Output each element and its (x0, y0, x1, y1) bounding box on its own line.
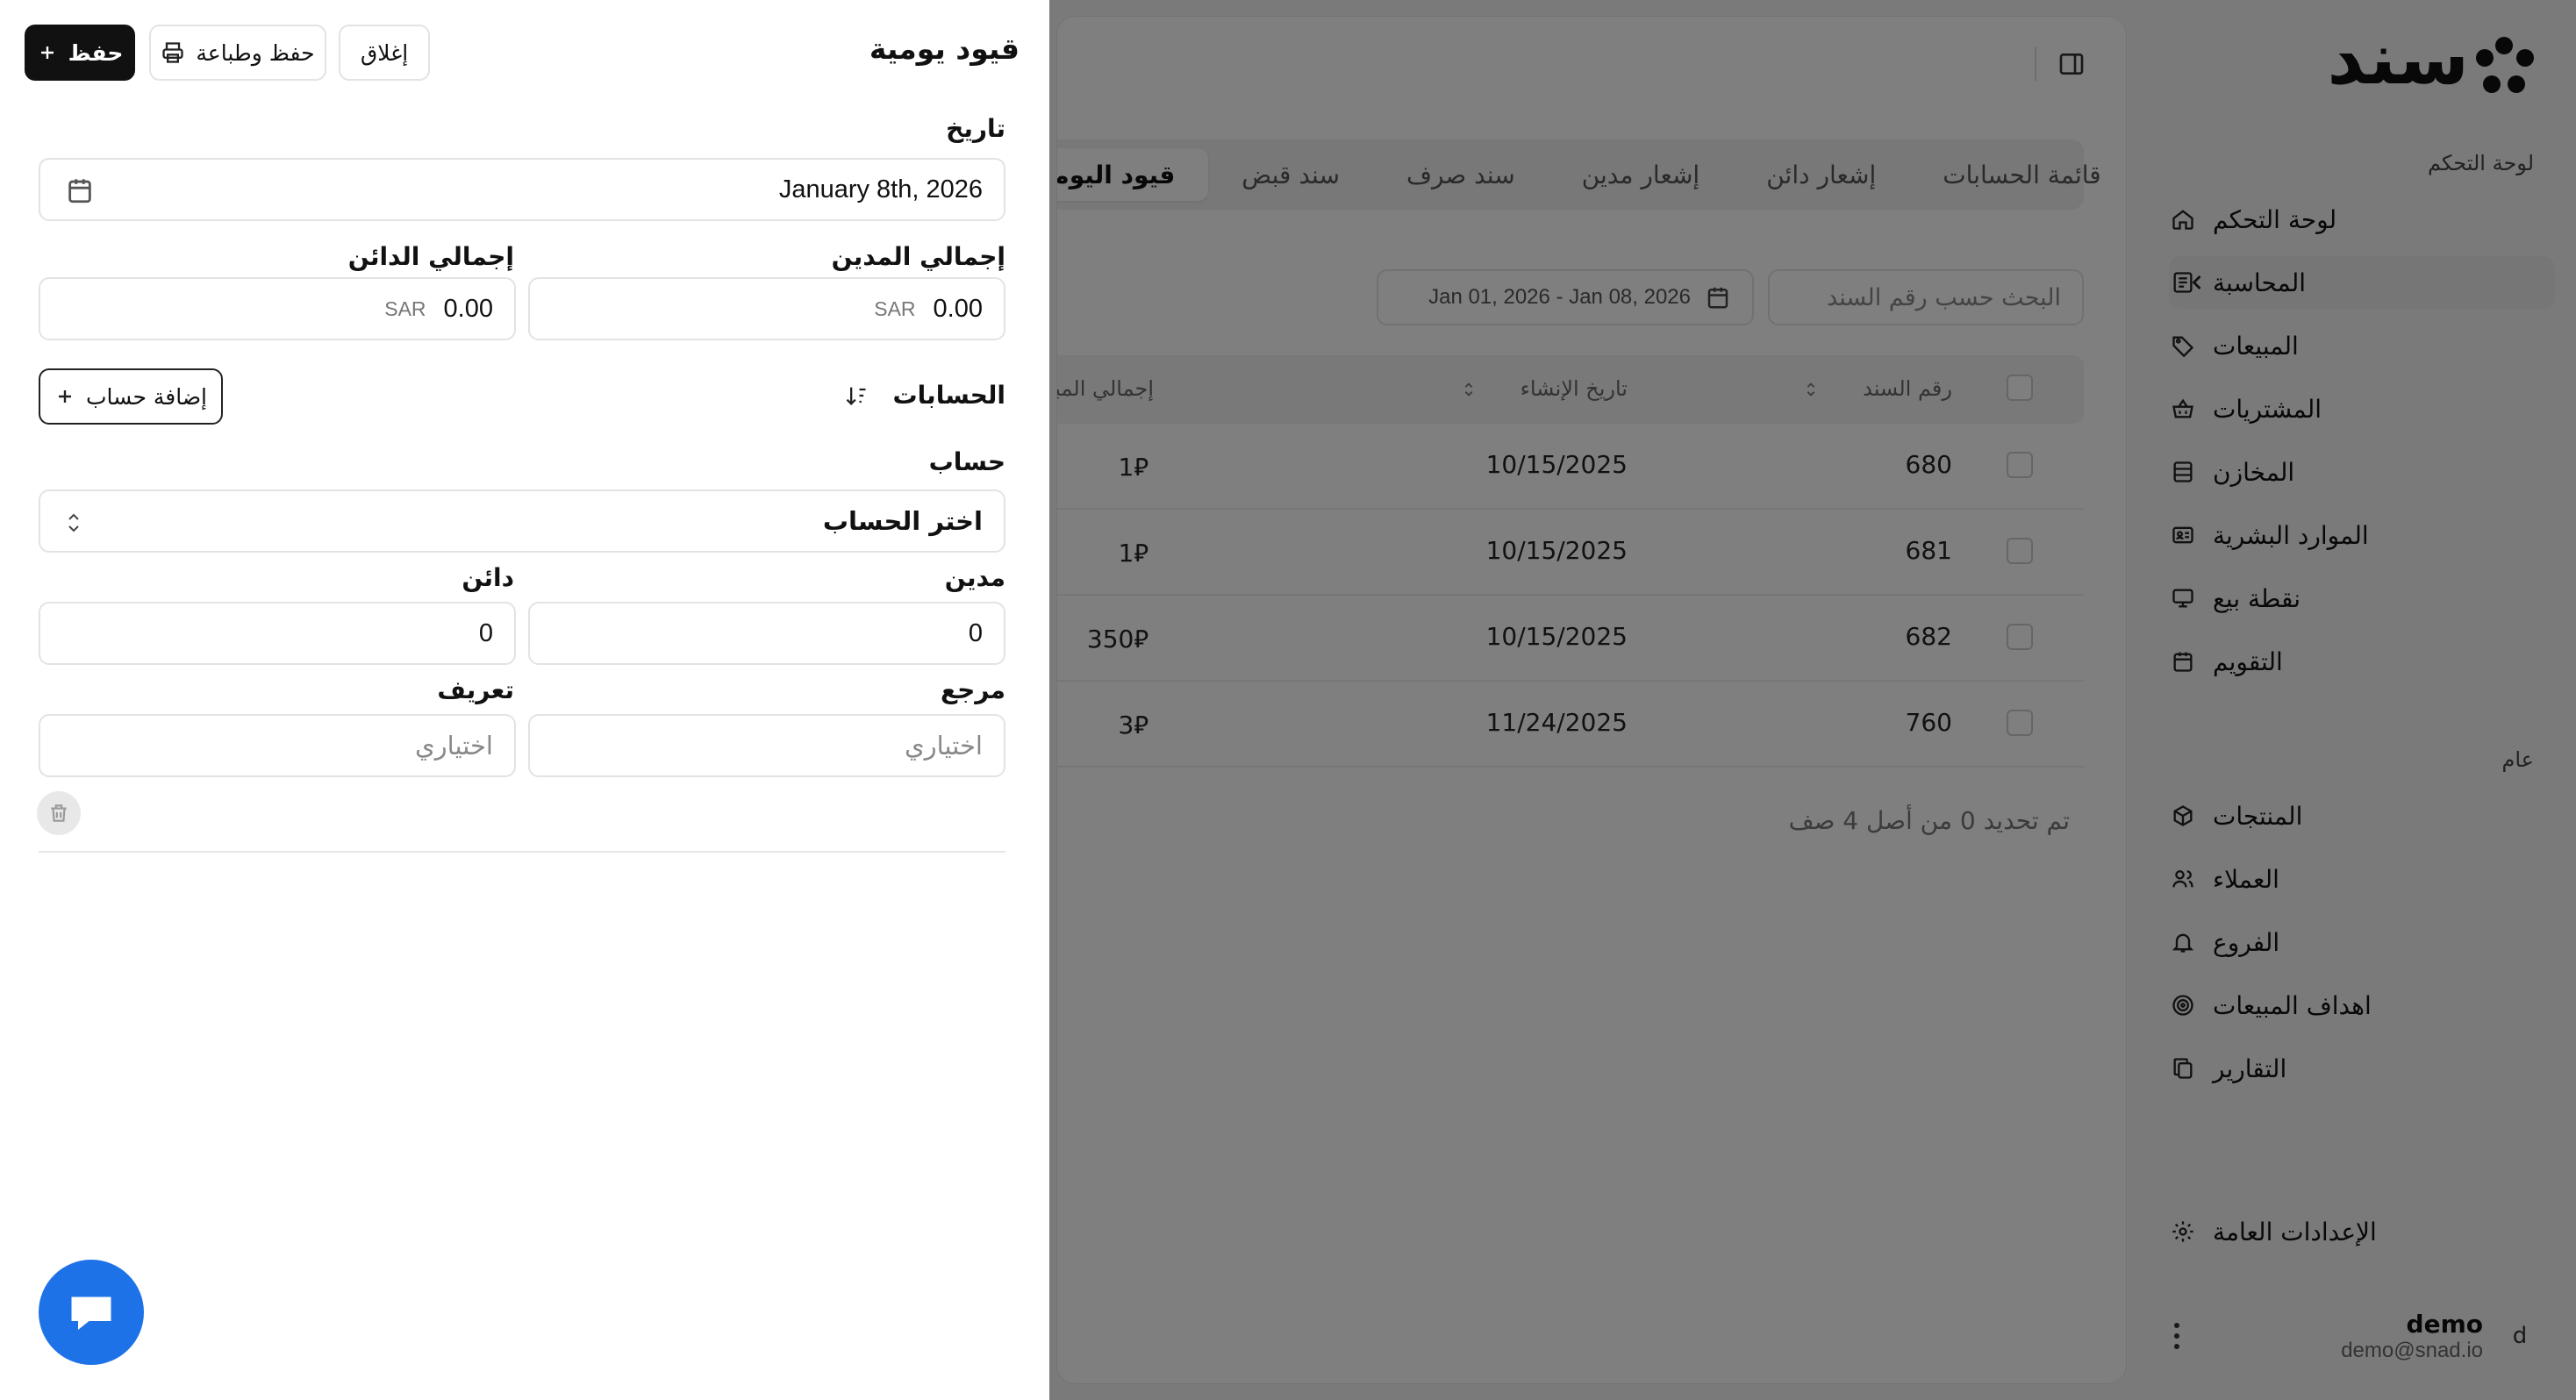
save-button[interactable]: حفظ (25, 25, 135, 81)
date-label: تاريخ (946, 114, 1005, 143)
account-select[interactable]: اختر الحساب (39, 489, 1005, 553)
currency-label: SAR (384, 296, 426, 320)
date-value: January 8th, 2026 (778, 175, 983, 204)
divider (39, 851, 1005, 853)
modal-overlay[interactable] (1049, 0, 2576, 1400)
accounts-header: الحسابات (844, 381, 1005, 410)
plus-icon (40, 46, 54, 59)
reference-input[interactable]: اختياري (528, 714, 1005, 777)
debit-input[interactable]: 0 (528, 602, 1005, 665)
delete-row-button[interactable] (37, 791, 81, 835)
chat-icon (71, 1296, 111, 1330)
credit-input[interactable]: 0 (39, 602, 516, 665)
debit-label: مدين (944, 563, 1005, 592)
credit-label: دائن (462, 563, 514, 592)
close-button[interactable]: إغلاق (339, 25, 430, 81)
save-print-button[interactable]: حفظ وطباعة (149, 25, 326, 81)
drawer-title: قيود يومية (869, 32, 1020, 66)
add-account-button[interactable]: إضافة حساب (39, 368, 223, 425)
trash-icon (51, 804, 67, 822)
journal-entry-drawer: قيود يومية إغلاق حفظ وطباعة حفظ تاريخ Ja… (0, 0, 1049, 1400)
account-label: حساب (928, 447, 1005, 476)
date-picker[interactable]: January 8th, 2026 (39, 158, 1005, 221)
currency-label: SAR (874, 296, 916, 320)
credit-total-field: 0.00 SAR (39, 277, 516, 340)
plus-icon (59, 390, 71, 403)
description-label: تعريف (437, 675, 514, 704)
chevron-updown-icon (68, 513, 79, 532)
calendar-icon (68, 179, 91, 204)
debit-total-field: 0.00 SAR (528, 277, 1005, 340)
debit-total-label: إجمالي المدين (831, 242, 1005, 271)
description-input[interactable]: اختياري (39, 714, 516, 777)
credit-total-label: إجمالي الدائن (347, 242, 514, 271)
chat-widget-button[interactable] (39, 1260, 144, 1365)
printer-icon (162, 42, 184, 63)
accounts-label: الحسابات (892, 381, 1005, 410)
sort-icon[interactable] (844, 383, 869, 408)
reference-label: مرجع (940, 675, 1005, 704)
